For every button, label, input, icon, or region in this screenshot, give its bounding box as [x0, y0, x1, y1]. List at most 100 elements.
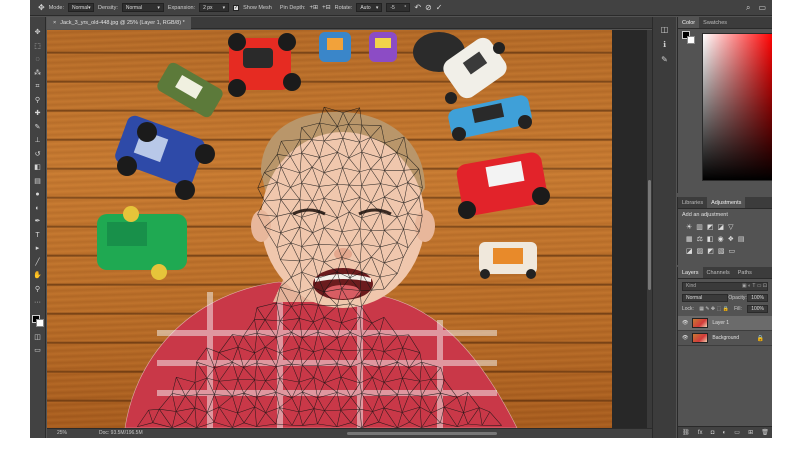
crop-tool-icon[interactable]: ⌗	[32, 81, 44, 93]
tab-libraries[interactable]: Libraries	[678, 197, 707, 208]
layers-footer: ⛓ fx ◘ ◐ ▭ ⊞ 🗑	[678, 426, 772, 438]
visibility-eye-icon[interactable]: 👁	[682, 335, 688, 341]
document-info[interactable]: Doc: 93.5M/196.5M	[99, 429, 143, 438]
workspace-icon[interactable]: ▭	[758, 3, 766, 13]
exposure-icon[interactable]: ◪	[718, 223, 725, 231]
dodge-tool-icon[interactable]: ◐	[32, 203, 44, 215]
undo-icon[interactable]: ↶	[414, 3, 421, 12]
toy-car-green-small	[157, 62, 223, 118]
channel-mixer-icon[interactable]: ❖	[728, 235, 734, 243]
tab-channels[interactable]: Channels	[703, 267, 734, 278]
quick-mask-icon[interactable]: ◫	[32, 332, 44, 344]
pin-backward-icon[interactable]: +⊟	[322, 4, 331, 12]
brightness-contrast-icon[interactable]: ☀	[686, 223, 692, 231]
screen-mode-icon[interactable]: ▭	[32, 345, 44, 357]
curves-icon[interactable]: ◩	[707, 223, 714, 231]
properties-panel-icon[interactable]: ℹ	[663, 40, 666, 49]
type-tool-icon[interactable]: T	[32, 230, 44, 242]
black-white-icon[interactable]: ◧	[707, 235, 714, 243]
tab-swatches[interactable]: Swatches	[699, 17, 731, 28]
photo-canvas[interactable]	[47, 30, 612, 428]
color-picker-field[interactable]	[702, 33, 772, 181]
pen-tool-icon[interactable]: ✒	[32, 216, 44, 228]
document-tab[interactable]: × Jack_3_yrs_old-448.jpg @ 25% (Layer 1,…	[47, 17, 191, 29]
levels-icon[interactable]: ▥	[696, 223, 703, 231]
healing-brush-tool-icon[interactable]: ✚	[32, 108, 44, 120]
blend-mode-select[interactable]: Normal	[682, 294, 728, 302]
opacity-label: Opacity:	[728, 295, 747, 301]
panel-color-swatches[interactable]	[682, 31, 696, 45]
history-panel-icon[interactable]: ◫	[661, 25, 669, 34]
tab-color[interactable]: Color	[678, 17, 700, 28]
photo-filter-icon[interactable]: ◉	[718, 235, 724, 243]
opacity-input[interactable]: 100%	[747, 294, 768, 302]
rotate-degrees-input[interactable]: -5 °	[386, 3, 411, 12]
cancel-icon[interactable]: ⊘	[425, 3, 432, 12]
expansion-input[interactable]: 2 px ▾	[199, 3, 230, 12]
new-adjustment-icon[interactable]: ◐	[722, 430, 726, 436]
search-icon[interactable]: ⌕	[746, 3, 750, 13]
add-mask-icon[interactable]: ◘	[711, 430, 715, 436]
hand-tool-icon[interactable]: ✋	[32, 270, 44, 282]
fx-icon[interactable]: fx	[698, 430, 703, 436]
background-color-swatch[interactable]	[35, 318, 44, 327]
vibrance-icon[interactable]: ▽	[728, 223, 733, 231]
color-lookup-icon[interactable]: ▤	[738, 235, 745, 243]
tab-paths[interactable]: Paths	[734, 267, 756, 278]
eyedropper-tool-icon[interactable]: ⚲	[32, 95, 44, 107]
rotate-select[interactable]: Auto ▾	[356, 3, 383, 12]
path-selection-tool-icon[interactable]: ▸	[32, 243, 44, 255]
brush-panel-icon[interactable]: ✎	[661, 55, 668, 64]
tab-layers[interactable]: Layers	[678, 267, 703, 278]
eraser-tool-icon[interactable]: ◧	[32, 162, 44, 174]
layer-row-background[interactable]: 👁 Background 🔒	[678, 331, 772, 346]
layer-filter-kind[interactable]: Kind ▣ ◐ T ▭ ⊡	[682, 282, 768, 291]
color-swatches[interactable]	[31, 314, 45, 330]
canvas-area[interactable]	[47, 30, 652, 428]
color-balance-icon[interactable]: ⚖	[697, 235, 703, 243]
puppet-warp-icon[interactable]: ✥	[38, 3, 45, 12]
mode-select[interactable]: Normal ▾	[68, 3, 94, 12]
show-mesh-checkbox[interactable]: ✓	[233, 4, 240, 11]
filter-icons[interactable]: ▣ ◐ T ▭ ⊡	[742, 283, 767, 290]
zoom-level[interactable]: 25%	[57, 429, 67, 438]
new-group-icon[interactable]: ▭	[734, 429, 740, 436]
layer-row-layer-1[interactable]: 👁 Layer 1	[678, 316, 772, 331]
new-layer-icon[interactable]: ⊞	[748, 429, 753, 436]
adjustments-title: Add an adjustment	[682, 212, 728, 218]
invert-icon[interactable]: ◪	[686, 247, 693, 255]
panel-icon-strip: ◫ ℹ ✎	[652, 17, 676, 438]
tab-adjustments[interactable]: Adjustments	[707, 197, 746, 208]
shape-tool-icon[interactable]: ╱	[32, 257, 44, 269]
panel-background-swatch[interactable]	[687, 36, 695, 44]
clone-stamp-tool-icon[interactable]: ⊥	[32, 135, 44, 147]
check-icon[interactable]: ✓	[436, 3, 443, 12]
brush-tool-icon[interactable]: ✎	[32, 122, 44, 134]
delete-layer-icon[interactable]: 🗑	[761, 429, 769, 436]
lock-icons[interactable]: ▦ ✎ ✥ ⬚ 🔒	[699, 306, 729, 312]
threshold-icon[interactable]: ◩	[707, 247, 714, 255]
gradient-tool-icon[interactable]: ▤	[32, 176, 44, 188]
density-select[interactable]: Normal ▾	[121, 3, 164, 12]
link-layers-icon[interactable]: ⛓	[682, 429, 690, 436]
lasso-tool-icon[interactable]: ◌	[32, 54, 44, 66]
blur-tool-icon[interactable]: ●	[32, 189, 44, 201]
gradient-map-icon[interactable]: ▭	[729, 247, 736, 255]
fill-input[interactable]: 100%	[747, 305, 768, 313]
close-icon[interactable]: ×	[53, 17, 56, 29]
horizontal-scroll-thumb[interactable]	[347, 432, 497, 435]
marquee-tool-icon[interactable]: ⬚	[32, 41, 44, 53]
selective-color-icon[interactable]: ▧	[718, 247, 725, 255]
magic-wand-tool-icon[interactable]: ⁂	[32, 68, 44, 80]
move-tool-icon[interactable]: ✥	[32, 27, 44, 39]
pin-forward-icon[interactable]: +⊞	[310, 4, 319, 12]
visibility-eye-icon[interactable]: 👁	[682, 320, 688, 326]
history-brush-tool-icon[interactable]: ↺	[32, 149, 44, 161]
more-tools-icon[interactable]: ···	[32, 297, 44, 309]
adjustments-row-3: ◪ ▨ ◩ ▧ ▭	[678, 245, 772, 257]
vertical-scroll-thumb[interactable]	[648, 180, 651, 290]
hue-saturation-icon[interactable]: ▦	[686, 235, 693, 243]
zoom-tool-icon[interactable]: ⚲	[32, 284, 44, 296]
posterize-icon[interactable]: ▨	[697, 247, 704, 255]
adjustments-panel-tabs: Libraries Adjustments	[678, 197, 772, 209]
